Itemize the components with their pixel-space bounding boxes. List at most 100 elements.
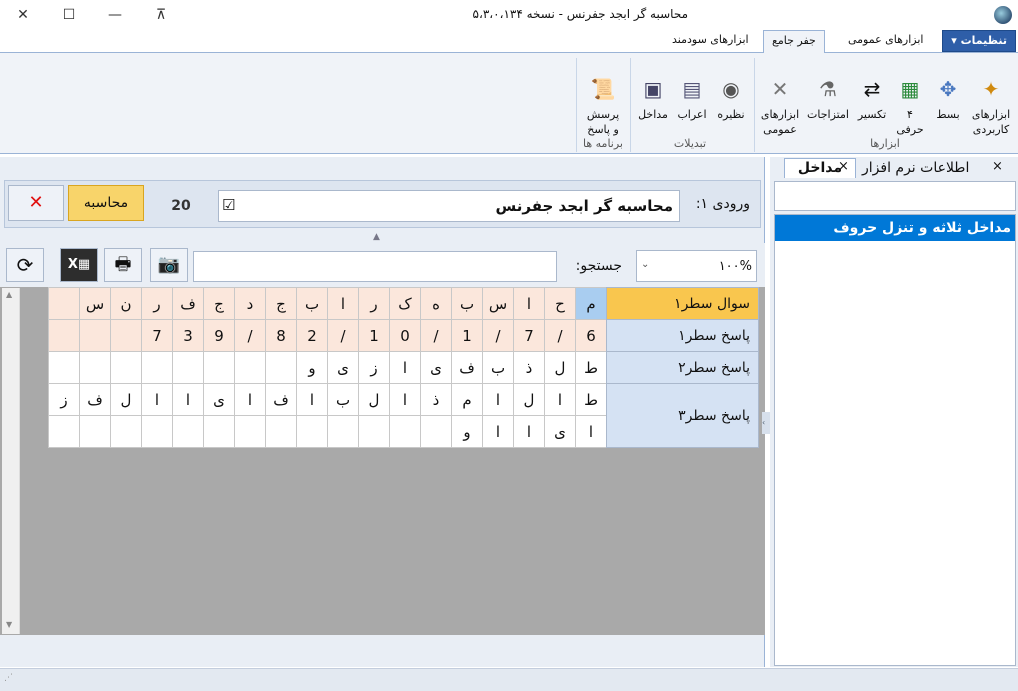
grid-cell[interactable]: م [451, 383, 483, 416]
grid-cell[interactable]: / [482, 319, 514, 352]
grid-cell[interactable]: و [451, 415, 483, 448]
grid-cell[interactable] [234, 351, 266, 384]
imtizajat-button[interactable]: ⚗ امتزاجات [804, 60, 852, 122]
grid-cell[interactable]: 0 [389, 319, 421, 352]
grid-cell[interactable] [48, 415, 80, 448]
grid-cell[interactable] [203, 351, 235, 384]
side-splitter-icon[interactable]: ‹ [762, 412, 770, 434]
grid-cell[interactable] [265, 415, 297, 448]
grid-cell[interactable]: ک [389, 287, 421, 320]
grid-cell[interactable] [203, 415, 235, 448]
close-panel-icon[interactable]: × [992, 159, 1003, 174]
grid-cell[interactable] [48, 351, 80, 384]
refresh-button[interactable]: ⟳ [6, 248, 44, 282]
grid-cell[interactable]: د [234, 287, 266, 320]
grid-cell[interactable]: 8 [265, 319, 297, 352]
grid-cell[interactable]: ی [327, 351, 359, 384]
grid-cell[interactable]: 1 [451, 319, 483, 352]
grid-cell[interactable]: 2 [296, 319, 328, 352]
grid-cell[interactable]: ا [389, 383, 421, 416]
splitter-arrow-icon[interactable]: ▲ [373, 232, 380, 242]
grid-cell[interactable] [110, 415, 142, 448]
grid-cell[interactable]: ج [203, 287, 235, 320]
grid-cell[interactable]: ا [234, 383, 266, 416]
grid-cell[interactable] [296, 415, 328, 448]
grid-cell[interactable]: ح [544, 287, 576, 320]
row-header[interactable]: پاسخ سطر۱ [606, 319, 759, 352]
row-header[interactable]: پاسخ سطر۳ [606, 383, 759, 448]
grid-cell[interactable]: ف [172, 287, 204, 320]
grid-cell[interactable]: ا [482, 383, 514, 416]
grid-cell[interactable] [79, 351, 111, 384]
naziré-button[interactable]: ◉ نظیره [712, 60, 750, 122]
grid-cell[interactable] [234, 415, 266, 448]
row-header[interactable]: سوال سطر۱ [606, 287, 759, 320]
list-item[interactable]: مداخل ثلاثه و تنزل حروف [775, 215, 1015, 241]
grid-cell[interactable] [110, 319, 142, 352]
grid-cell[interactable] [420, 415, 452, 448]
zoom-select[interactable]: ۱۰۰% ⌄ [636, 250, 757, 282]
close-button[interactable]: ✕ [0, 0, 46, 30]
grid-cell[interactable]: ن [110, 287, 142, 320]
grid-cell[interactable] [389, 415, 421, 448]
madakhel-button[interactable]: ▣ مداخل [634, 60, 672, 122]
grid-cell[interactable]: / [327, 319, 359, 352]
row-header[interactable]: پاسخ سطر۲ [606, 351, 759, 384]
grid-cell[interactable]: ذ [420, 383, 452, 416]
grid-cell[interactable]: ی [203, 383, 235, 416]
scroll-down-icon[interactable]: ▼ [6, 620, 12, 629]
grid-cell[interactable]: ف [265, 383, 297, 416]
grid-cell[interactable]: ا [296, 383, 328, 416]
grid-cell[interactable]: م [575, 287, 607, 320]
practical-tools-button[interactable]: ✦ ابزارهای کاربردی [966, 60, 1016, 137]
grid-cell[interactable]: ف [451, 351, 483, 384]
grid-cell[interactable]: ل [110, 383, 142, 416]
grid-cell[interactable]: ا [327, 287, 359, 320]
grid-cell[interactable]: ا [513, 287, 545, 320]
pin-button[interactable]: ⊼ [138, 0, 184, 30]
grid-cell[interactable]: ب [327, 383, 359, 416]
tab-useful-tools[interactable]: ابزارهای سودمند [664, 30, 757, 52]
grid-cell[interactable]: ج [265, 287, 297, 320]
taksir-button[interactable]: ⇄ تکسیر [852, 60, 892, 122]
grid-cell[interactable]: / [420, 319, 452, 352]
grid-cell[interactable]: ا [575, 415, 607, 448]
grid-cell[interactable]: ز [358, 351, 390, 384]
grid-cell[interactable] [172, 351, 204, 384]
tab-general-tools[interactable]: ابزارهای عمومی [840, 30, 931, 52]
grid-cell[interactable]: ط [575, 383, 607, 416]
grid-cell[interactable]: ط [575, 351, 607, 384]
tab-settings[interactable]: تنظیمات ▾ [942, 30, 1016, 52]
grid-cell[interactable]: ف [79, 383, 111, 416]
grid-cell[interactable] [48, 319, 80, 352]
grid-cell[interactable] [358, 415, 390, 448]
qa-button[interactable]: 📜 پرسش و پاسخ [580, 60, 626, 137]
grid-cell[interactable]: / [544, 319, 576, 352]
grid-cell[interactable]: 6 [575, 319, 607, 352]
grid-cell[interactable]: ر [141, 287, 173, 320]
clear-button[interactable]: ✕ [8, 185, 64, 221]
grid-cell[interactable]: ا [482, 415, 514, 448]
grid-cell[interactable]: ب [296, 287, 328, 320]
side-filter-input[interactable] [774, 181, 1016, 211]
grid-cell[interactable]: ی [544, 415, 576, 448]
grid-cell[interactable]: 1 [358, 319, 390, 352]
grid-cell[interactable]: ز [48, 383, 80, 416]
grid-cell[interactable]: و [296, 351, 328, 384]
grid-cell[interactable]: ذ [513, 351, 545, 384]
grid-cell[interactable]: ا [513, 415, 545, 448]
grid-cell[interactable]: ل [544, 351, 576, 384]
grid-cell[interactable]: 7 [141, 319, 173, 352]
grid-cell[interactable]: س [79, 287, 111, 320]
calculate-button[interactable]: محاسبه [68, 185, 144, 221]
general-tools-button[interactable]: ✕ ابزارهای عمومی [757, 60, 803, 137]
close-tab-icon[interactable]: × [838, 159, 849, 174]
grid-cell[interactable] [110, 351, 142, 384]
tab-jafr-jame[interactable]: جفر جامع [763, 30, 825, 53]
grid-cell[interactable]: ا [172, 383, 204, 416]
vertical-scrollbar[interactable]: ▲ ▼ [2, 288, 20, 634]
screenshot-button[interactable]: 📷 [150, 248, 188, 282]
grid-cell[interactable] [141, 351, 173, 384]
grid-cell[interactable]: ل [358, 383, 390, 416]
grid-cell[interactable]: 3 [172, 319, 204, 352]
